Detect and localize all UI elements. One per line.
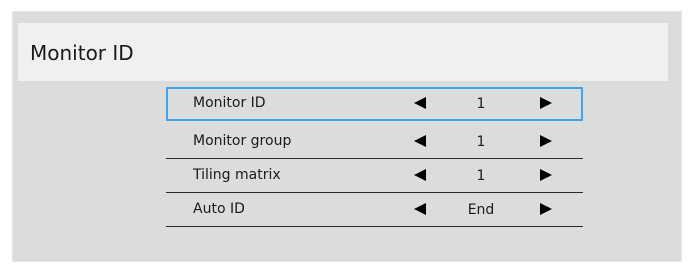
left-arrow-icon[interactable]: [414, 169, 426, 181]
menu-item-value: 1: [476, 134, 486, 150]
menu-item-auto-id[interactable]: Auto ID End: [166, 193, 583, 227]
right-arrow-icon[interactable]: [540, 97, 552, 109]
left-arrow-icon[interactable]: [414, 135, 426, 147]
left-arrow-icon[interactable]: [414, 97, 426, 109]
page-title: Monitor ID: [30, 41, 134, 65]
menu-item-label: Tiling matrix: [193, 167, 281, 183]
menu-item-value: 1: [476, 168, 486, 184]
title-bar: Monitor ID: [18, 23, 668, 81]
menu-item-monitor-group[interactable]: Monitor group 1: [166, 125, 583, 159]
menu-item-monitor-id[interactable]: Monitor ID 1: [166, 87, 583, 121]
menu-item-value: End: [467, 202, 495, 218]
osd-window: Monitor ID Monitor ID 1 Monitor group 1 …: [12, 11, 682, 262]
right-arrow-icon[interactable]: [540, 169, 552, 181]
menu-item-tiling-matrix[interactable]: Tiling matrix 1: [166, 159, 583, 193]
menu-item-label: Monitor ID: [193, 95, 266, 111]
menu-item-label: Auto ID: [193, 201, 245, 217]
menu-item-label: Monitor group: [193, 133, 292, 149]
right-arrow-icon[interactable]: [540, 135, 552, 147]
right-arrow-icon[interactable]: [540, 203, 552, 215]
menu-item-value: 1: [476, 96, 486, 112]
left-arrow-icon[interactable]: [414, 203, 426, 215]
